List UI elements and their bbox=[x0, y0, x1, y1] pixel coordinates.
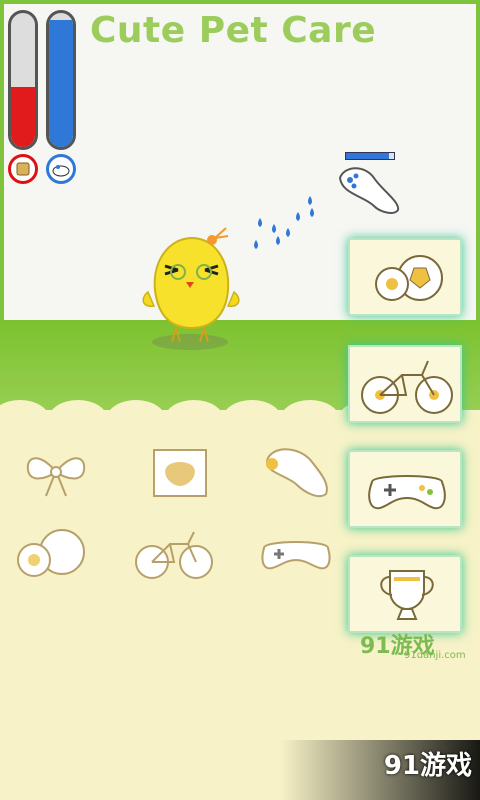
ball-toy-icon bbox=[375, 255, 443, 301]
scallop-edge bbox=[106, 400, 166, 440]
bike-icon bbox=[361, 360, 453, 414]
trophy-icon bbox=[380, 570, 434, 620]
water-drops bbox=[254, 196, 314, 249]
watermark-corner: 91游戏 bbox=[383, 751, 472, 781]
gamepad-item[interactable] bbox=[256, 524, 336, 584]
scallop-edge bbox=[222, 400, 282, 440]
scallop-edge bbox=[280, 400, 340, 440]
app-title: Cute Pet Care bbox=[90, 10, 377, 51]
food-icon[interactable] bbox=[8, 154, 38, 184]
hunger-meter bbox=[8, 10, 38, 150]
ball-item[interactable] bbox=[10, 524, 90, 584]
gamepad-icon bbox=[368, 475, 446, 510]
energy-bar bbox=[345, 152, 395, 160]
soap-icon[interactable] bbox=[46, 154, 76, 184]
game-screen: Cute Pet Care 91游戏 91danji.com 91游戏 bbox=[0, 0, 480, 800]
watermark-site: 91danji.com bbox=[404, 650, 466, 661]
chick-pet[interactable] bbox=[130, 220, 250, 360]
shower-head-icon[interactable] bbox=[330, 160, 410, 230]
pacifier-item[interactable] bbox=[256, 442, 336, 502]
scallop-edge bbox=[164, 400, 224, 440]
ball-toy-button[interactable] bbox=[348, 238, 462, 316]
bike-toy-button[interactable] bbox=[348, 345, 462, 423]
food-bag-item[interactable] bbox=[140, 442, 220, 502]
gamepad-toy-button[interactable] bbox=[348, 450, 462, 528]
trophy-toy-button[interactable] bbox=[348, 555, 462, 633]
clean-meter bbox=[46, 10, 76, 150]
bow-item[interactable] bbox=[16, 442, 96, 502]
scallop-edge bbox=[48, 400, 108, 440]
bike-item[interactable] bbox=[134, 524, 214, 584]
